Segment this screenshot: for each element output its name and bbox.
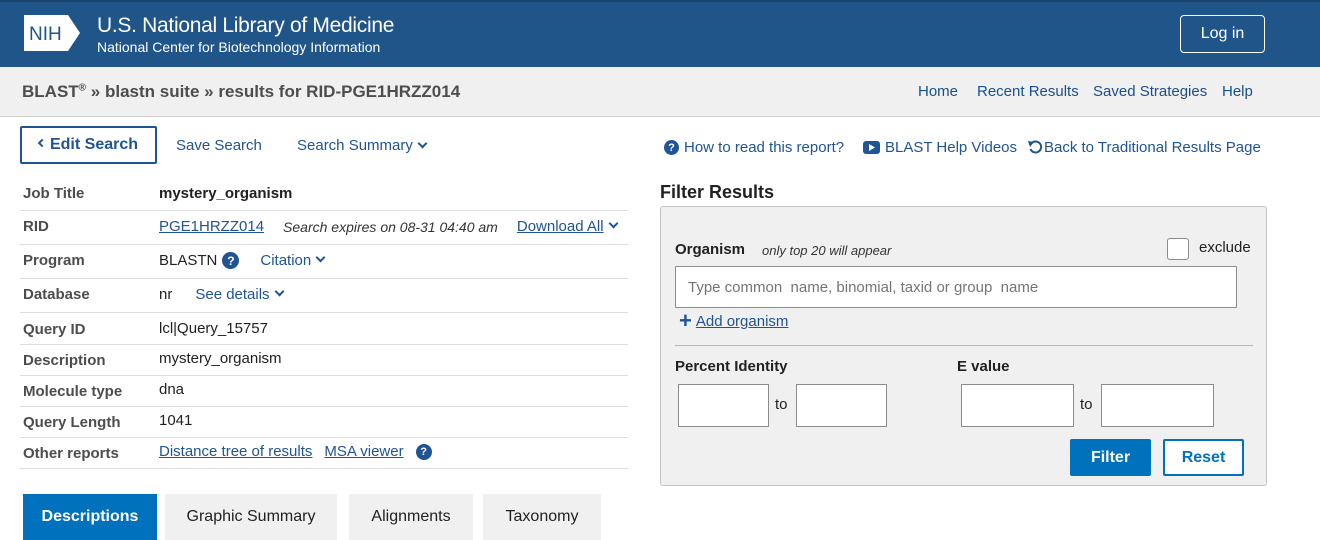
- rid-expiry: Search expires on 08-31 04:40 am: [283, 218, 498, 235]
- molecule-type-label: Molecule type: [23, 383, 123, 400]
- search-summary-label: Search Summary: [297, 137, 413, 154]
- organism-hint: only top 20 will appear: [762, 243, 892, 258]
- row-query-id: Query ID lcl|Query_15757: [20, 313, 628, 345]
- row-database: Database nr See details: [20, 279, 628, 313]
- row-description: Description mystery_organism: [20, 345, 628, 376]
- other-reports-label: Other reports: [23, 445, 119, 462]
- breadcrumb-path: » blastn suite » results for RID-PGE1HRZ…: [90, 82, 461, 101]
- organism-input[interactable]: [675, 266, 1237, 308]
- chevron-left-icon: [37, 138, 47, 148]
- description-label: Description: [23, 352, 106, 369]
- back-traditional-label: Back to Traditional Results Page: [1044, 139, 1261, 156]
- program-value: BLASTN: [159, 252, 218, 269]
- see-details-link[interactable]: See details: [195, 286, 269, 303]
- row-rid: RID PGE1HRZZ014 Search expires on 08-31 …: [20, 211, 628, 245]
- nav-recent-results[interactable]: Recent Results: [977, 83, 1079, 100]
- rid-value-group: PGE1HRZZ014 Search expires on 08-31 04:4…: [159, 218, 619, 235]
- msa-help-icon[interactable]: ?: [415, 443, 432, 460]
- filter-panel: Organism only top 20 will appear exclude…: [660, 206, 1267, 486]
- nih-logo-text: NIH: [29, 24, 62, 45]
- chevron-down-icon[interactable]: [315, 252, 326, 263]
- other-reports-group: Distance tree of results MSA viewer ?: [159, 443, 437, 460]
- percent-identity-min-input[interactable]: [678, 384, 769, 427]
- rid-link[interactable]: PGE1HRZZ014: [159, 218, 264, 235]
- msa-viewer-link[interactable]: MSA viewer: [324, 443, 403, 460]
- database-value: nr: [159, 286, 173, 303]
- rid-label: RID: [23, 218, 49, 235]
- how-to-read-label: How to read this report?: [684, 139, 845, 156]
- percent-identity-to-label: to: [775, 396, 788, 413]
- exclude-checkbox[interactable]: [1167, 238, 1189, 260]
- evalue-max-input[interactable]: [1101, 384, 1214, 427]
- edit-search-button[interactable]: Edit Search: [20, 126, 157, 164]
- org-subtitle[interactable]: National Center for Biotechnology Inform…: [97, 39, 380, 55]
- edit-search-label: Edit Search: [49, 136, 139, 153]
- tab-graphic-summary[interactable]: Graphic Summary: [165, 494, 337, 540]
- query-id-label: Query ID: [23, 321, 86, 338]
- database-label: Database: [23, 286, 90, 303]
- chevron-down-icon[interactable]: [608, 218, 619, 229]
- row-molecule-type: Molecule type dna: [20, 376, 628, 407]
- nav-home[interactable]: Home: [918, 83, 958, 100]
- login-button[interactable]: Log in: [1180, 15, 1265, 53]
- exclude-label: exclude: [1199, 239, 1251, 256]
- site-header: NIH U.S. National Library of Medicine Na…: [0, 0, 1320, 67]
- row-job-title: Job Title mystery_organism: [20, 178, 628, 211]
- job-title-label: Job Title: [23, 185, 85, 202]
- program-value-group: BLASTN ? Citation: [159, 252, 326, 269]
- back-traditional-link[interactable]: Back to Traditional Results Page: [1028, 139, 1261, 156]
- add-organism-link[interactable]: + Add organism: [679, 308, 789, 333]
- chevron-down-icon: [417, 138, 428, 149]
- citation-link[interactable]: Citation: [260, 252, 311, 269]
- help-videos-label: BLAST Help Videos: [885, 139, 1018, 156]
- tab-alignments[interactable]: Alignments: [349, 494, 473, 540]
- divider: [675, 345, 1253, 346]
- percent-identity-label: Percent Identity: [675, 358, 788, 375]
- save-search-link[interactable]: Save Search: [176, 137, 262, 154]
- query-length-label: Query Length: [23, 414, 121, 431]
- row-program: Program BLASTN ? Citation: [20, 245, 628, 279]
- nav-saved-strategies[interactable]: Saved Strategies: [1093, 83, 1207, 100]
- percent-identity-max-input[interactable]: [796, 384, 887, 427]
- how-to-read-link[interactable]: ? How to read this report?: [664, 139, 844, 156]
- program-label: Program: [23, 252, 85, 269]
- tab-taxonomy[interactable]: Taxonomy: [483, 494, 601, 540]
- filter-button[interactable]: Filter: [1070, 439, 1151, 476]
- breadcrumb-app[interactable]: BLAST: [22, 82, 79, 101]
- breadcrumb: BLAST® » blastn suite » results for RID-…: [22, 82, 460, 102]
- download-all-link[interactable]: Download All: [517, 218, 604, 235]
- video-icon: [863, 141, 880, 154]
- program-help-icon[interactable]: ?: [222, 252, 240, 269]
- organism-label: Organism: [675, 241, 746, 258]
- row-query-length: Query Length 1041: [20, 407, 628, 438]
- add-organism-label: Add organism: [695, 312, 789, 330]
- org-title[interactable]: U.S. National Library of Medicine: [97, 14, 394, 38]
- tab-descriptions[interactable]: Descriptions: [23, 494, 157, 540]
- molecule-type-value: dna: [159, 381, 185, 398]
- chevron-down-icon[interactable]: [274, 286, 285, 297]
- plus-icon: +: [679, 308, 692, 333]
- help-videos-link[interactable]: BLAST Help Videos: [863, 139, 1017, 156]
- nih-logo[interactable]: NIH: [24, 15, 80, 51]
- evalue-to-label: to: [1080, 396, 1093, 413]
- distance-tree-link[interactable]: Distance tree of results: [159, 443, 312, 460]
- database-value-group: nr See details: [159, 286, 285, 303]
- evalue-label: E value: [957, 358, 1010, 375]
- registered-mark: ®: [78, 82, 87, 94]
- question-icon: ?: [664, 140, 679, 155]
- row-other-reports: Other reports Distance tree of results M…: [20, 438, 628, 469]
- undo-icon: [1028, 140, 1043, 154]
- evalue-min-input[interactable]: [961, 384, 1074, 427]
- nav-help[interactable]: Help: [1222, 83, 1253, 100]
- query-id-value: lcl|Query_15757: [159, 320, 268, 337]
- breadcrumb-bar: BLAST® » blastn suite » results for RID-…: [0, 67, 1320, 117]
- description-value: mystery_organism: [159, 350, 282, 367]
- search-summary-dropdown[interactable]: Search Summary: [297, 137, 428, 154]
- job-info-table: Job Title mystery_organism RID PGE1HRZZ0…: [20, 178, 628, 469]
- filter-results-title: Filter Results: [660, 182, 775, 202]
- job-title-value: mystery_organism: [159, 185, 293, 202]
- reset-button[interactable]: Reset: [1163, 439, 1244, 476]
- query-length-value: 1041: [159, 412, 193, 429]
